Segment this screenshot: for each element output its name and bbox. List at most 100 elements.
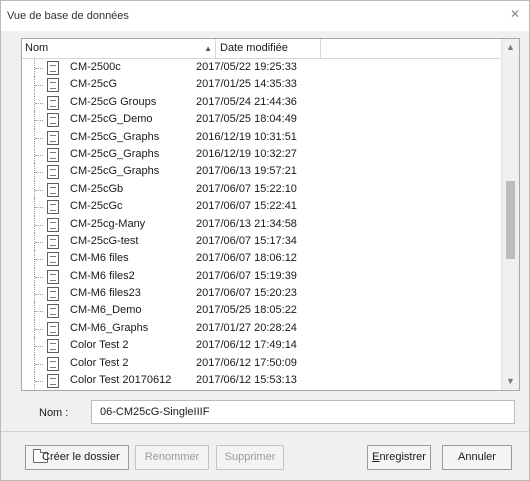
list-item[interactable]: CM-M6_Graphs 2017/01/27 20:28:24 xyxy=(22,319,500,338)
list-item[interactable]: CM-25cG 2017/01/25 14:35:33 xyxy=(22,76,500,94)
list-header: Nom ▲ Date modifiée xyxy=(22,39,500,59)
item-name: CM-M6_Demo xyxy=(70,304,142,317)
item-name: CM-M6 files xyxy=(70,252,129,265)
file-icon xyxy=(47,287,59,302)
save-button[interactable]: Enregistrer xyxy=(367,445,431,470)
scroll-up-icon[interactable]: ▲ xyxy=(502,39,519,56)
item-name: CM-25cGc xyxy=(70,200,123,213)
list-item[interactable]: CM-M6 files2 2017/06/07 15:19:39 xyxy=(22,267,500,286)
item-name: Color Test 2 xyxy=(70,339,129,352)
delete-button[interactable]: Supprimer xyxy=(216,445,284,470)
file-icon xyxy=(47,252,59,267)
list-item[interactable]: Color Test 2 2017/06/12 17:49:14 xyxy=(22,337,500,355)
file-icon xyxy=(47,356,59,371)
item-name: CM-2500c xyxy=(70,61,121,73)
file-icon xyxy=(47,321,59,336)
database-dialog: Vue de base de données ✕ Nom ▲ Date modi… xyxy=(0,0,530,481)
file-icon xyxy=(47,130,59,145)
column-header-date-label: Date modifiée xyxy=(220,42,288,54)
sort-up-icon: ▲ xyxy=(204,44,212,53)
window-title: Vue de base de données xyxy=(7,10,129,22)
list-rows: CM-2500c 2017/05/22 19:25:33 CM-25cG 2017/0… xyxy=(22,59,500,389)
file-list[interactable]: Nom ▲ Date modifiée CM-2500c 2017/05/22 1… xyxy=(21,38,520,391)
item-name: CM-M6 files23 xyxy=(70,287,141,300)
item-date: 2017/05/22 19:25:33 xyxy=(196,61,297,73)
item-name: CM-25cg-Many xyxy=(70,217,146,230)
item-date: 2016/12/19 10:32:27 xyxy=(196,147,297,160)
title-bar: Vue de base de données ✕ xyxy=(1,1,529,31)
column-header-date[interactable]: Date modifiée xyxy=(215,39,330,58)
item-date: 2017/06/07 15:20:23 xyxy=(196,287,297,300)
file-icon xyxy=(47,61,59,75)
item-date: 2017/05/25 18:04:49 xyxy=(196,113,297,126)
item-date: 2017/05/25 18:05:22 xyxy=(196,304,297,317)
column-header-name[interactable]: Nom ▲ xyxy=(25,39,216,58)
item-date: 2017/06/07 15:22:10 xyxy=(196,182,297,195)
list-item[interactable]: CM-25cGb 2017/06/07 15:22:10 xyxy=(22,180,500,199)
list-item[interactable]: CM-25cG_Demo 2017/05/25 18:04:49 xyxy=(22,111,500,129)
list-item[interactable]: Color Test 2 2017/06/12 17:50:09 xyxy=(22,354,500,373)
list-item[interactable]: CM-M6 files 2017/06/07 18:06:12 xyxy=(22,250,500,268)
file-icon xyxy=(47,234,59,249)
list-item[interactable]: CM-25cg-Many 2017/06/13 21:34:58 xyxy=(22,215,500,233)
column-header-name-label: Nom xyxy=(25,42,49,54)
item-name: CM-25cG-test xyxy=(70,234,139,247)
item-name: CM-25cG_Graphs xyxy=(70,147,160,160)
item-date: 2017/06/12 15:53:13 xyxy=(196,374,297,387)
item-date: 2017/06/07 15:22:41 xyxy=(196,200,297,213)
create-folder-label: Créer le dossier xyxy=(42,451,120,463)
item-name: Color Test 2 xyxy=(70,356,129,369)
close-icon[interactable]: ✕ xyxy=(507,6,523,22)
item-date: 2016/12/19 10:31:51 xyxy=(196,130,297,143)
item-name: CM-25cG_Demo xyxy=(70,113,153,126)
file-icon xyxy=(47,339,59,354)
file-icon xyxy=(47,182,59,197)
file-icon xyxy=(47,269,59,284)
file-icon xyxy=(47,304,59,319)
item-date: 2017/06/13 21:34:58 xyxy=(196,217,297,230)
rename-button[interactable]: Renommer xyxy=(135,445,209,470)
item-date: 2017/06/07 15:19:39 xyxy=(196,269,297,282)
item-name: CM-25cGb xyxy=(70,182,124,195)
list-item[interactable]: Color Test 20170612 2017/06/12 15:53:13 xyxy=(22,372,500,389)
list-item[interactable]: CM-M6 files23 2017/06/07 15:20:23 xyxy=(22,285,500,303)
item-name: CM-25cG_Graphs xyxy=(70,165,160,178)
file-icon xyxy=(47,113,59,128)
list-item[interactable]: CM-25cGc 2017/06/07 15:22:41 xyxy=(22,198,500,216)
item-date: 2017/06/07 15:17:34 xyxy=(196,234,297,247)
item-date: 2017/05/24 21:44:36 xyxy=(196,95,297,108)
item-date: 2017/06/07 18:06:12 xyxy=(196,252,297,265)
item-date: 2017/06/12 17:49:14 xyxy=(196,339,297,352)
file-icon xyxy=(47,217,59,232)
scrollbar-thumb[interactable] xyxy=(506,181,515,259)
item-name: CM-25cG Groups xyxy=(70,95,157,108)
item-name: CM-M6 files2 xyxy=(70,269,135,282)
file-icon xyxy=(47,95,59,110)
file-icon xyxy=(47,147,59,162)
name-input[interactable]: 06-CM25cG-SingleIIIF xyxy=(91,400,515,424)
item-name: CM-M6_Graphs xyxy=(70,321,149,334)
item-date: 2017/06/13 19:57:21 xyxy=(196,165,297,178)
save-label: nregistrer xyxy=(379,451,426,463)
name-label: Nom : xyxy=(39,407,69,419)
file-icon xyxy=(47,165,59,180)
list-item[interactable]: CM-2500c 2017/05/22 19:25:33 xyxy=(22,59,500,77)
vertical-scrollbar[interactable]: ▲ ▼ xyxy=(501,39,519,390)
list-item[interactable]: CM-25cG Groups 2017/05/24 21:44:36 xyxy=(22,93,500,112)
list-item[interactable]: CM-M6_Demo 2017/05/25 18:05:22 xyxy=(22,302,500,320)
cancel-button[interactable]: Annuler xyxy=(442,445,512,470)
list-item[interactable]: CM-25cG-test 2017/06/07 15:17:34 xyxy=(22,232,500,251)
file-icon xyxy=(47,200,59,215)
file-icon xyxy=(47,78,59,93)
list-item[interactable]: CM-25cG_Graphs 2017/06/13 19:57:21 xyxy=(22,163,500,181)
item-name: Color Test 20170612 xyxy=(70,374,172,387)
item-date: 2017/01/27 20:28:24 xyxy=(196,321,297,334)
scroll-down-icon[interactable]: ▼ xyxy=(502,373,519,390)
create-folder-button[interactable]: Créer le dossier xyxy=(25,445,129,470)
item-date: 2017/01/25 14:35:33 xyxy=(196,78,297,91)
column-header-empty xyxy=(320,39,491,58)
item-name: CM-25cG_Graphs xyxy=(70,130,160,143)
list-item[interactable]: CM-25cG_Graphs 2016/12/19 10:32:27 xyxy=(22,145,500,164)
divider xyxy=(1,431,529,432)
list-item[interactable]: CM-25cG_Graphs 2016/12/19 10:31:51 xyxy=(22,128,500,146)
